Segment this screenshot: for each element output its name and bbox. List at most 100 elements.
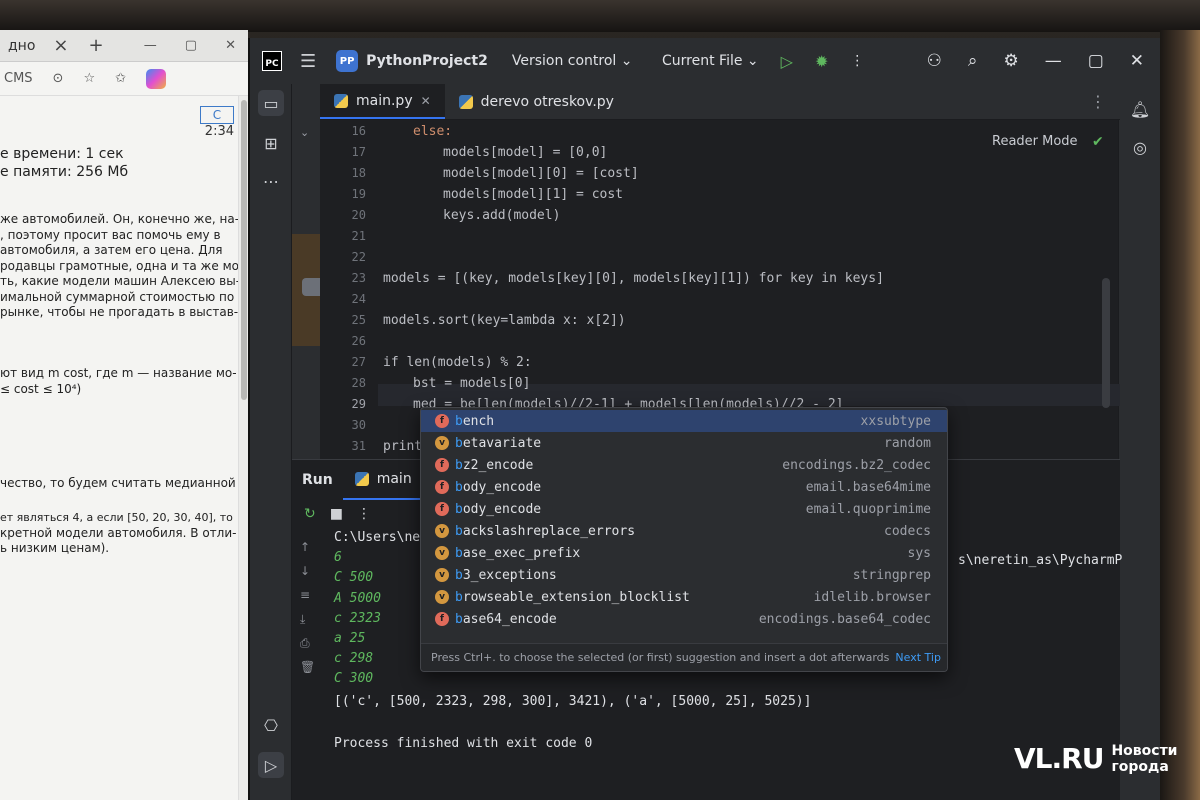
console-output-line: c 2323 [334,611,381,626]
chevron-down-icon[interactable]: ⌄ [300,126,309,139]
arrow-down-icon[interactable]: ↓ [300,564,310,578]
tab-main-py[interactable]: main.py ✕ [320,84,445,119]
problem-text-line: ют вид m cost, где m — название мо- [0,366,237,380]
completion-name: base64_encode [455,611,557,627]
project-badge[interactable]: PP [336,50,359,72]
close-window-icon[interactable]: ✕ [1130,51,1144,71]
line-number: 21 [351,229,366,243]
browser-scrollbar[interactable] [238,96,248,800]
more-tools-icon[interactable]: ⋯ [258,168,284,194]
variable-kind-icon: v [435,546,449,560]
completion-item[interactable]: v betavariate random [421,432,947,454]
completion-item[interactable]: v base_exec_prefix sys [421,542,947,564]
tab-label: derevo otreskov.py [480,93,614,110]
add-user-icon[interactable]: ⚇ [927,51,942,71]
main-menu-icon[interactable]: ☰ [300,51,316,72]
more-actions-icon[interactable]: ⋮ [357,506,371,522]
completion-hint: Press Ctrl+. to choose the selected (or … [431,651,890,664]
code-line: bst = models[0] [413,376,531,391]
completion-item[interactable]: f body_encode email.quoprimime [421,498,947,520]
next-tip-link[interactable]: Next Tip [895,651,941,664]
python-file-icon [334,93,348,108]
run-icon[interactable]: ▷ [781,52,793,71]
editor-scrollbar[interactable] [1102,278,1110,408]
soft-wrap-icon[interactable]: ≡ [300,588,310,602]
maximize-icon[interactable]: ▢ [185,38,197,53]
panel-handle[interactable] [302,278,320,296]
reader-mode-toggle[interactable]: Reader Mode [992,134,1078,149]
code-line: models[model][0] = [cost] [443,166,639,181]
project-panel-collapsed: ⌄ › [292,84,320,459]
completion-item[interactable]: v backslashreplace_errors codecs [421,520,947,542]
arrow-up-icon[interactable]: ↑ [300,540,310,554]
maximize-icon[interactable]: ▢ [1088,51,1104,71]
problem-text-line: чество, то будем считать медианной [0,476,236,490]
chevron-down-icon: ⌄ [620,53,633,69]
address-bar[interactable]: CMS ⊙ ☆ ✩ [0,62,248,96]
completion-name: bz2_encode [455,457,534,473]
run-tab-label: main [376,471,412,487]
version-control-menu[interactable]: Version control ⌄ [512,53,633,69]
editor-tabs: main.py ✕ derevo otreskov.py ⋮ [320,84,1120,120]
more-actions-icon[interactable]: ⋮ [850,53,864,69]
function-kind-icon: f [435,612,449,626]
notifications-bell-icon[interactable]: 🔔︎ [1129,98,1151,120]
python-console-icon[interactable]: ⎔ [258,712,284,738]
favorite-star-icon[interactable]: ☆ [83,71,95,86]
tab-derevo-otreskov[interactable]: derevo otreskov.py [445,84,628,119]
print-icon[interactable]: ⎙ [300,636,310,651]
stop-icon[interactable]: ■ [330,506,343,522]
scroll-to-end-icon[interactable]: ⤓ [300,612,305,627]
close-window-icon[interactable]: ✕ [225,38,236,53]
trash-icon[interactable]: 🗑︎ [300,660,315,674]
completion-module: encodings.bz2_codec [782,457,931,473]
reader-icon[interactable]: ⊙ [53,71,64,86]
completion-item[interactable]: f bz2_encode encodings.bz2_codec [421,454,947,476]
problem-text-line: ет являться 4, а если [50, 20, 30, 40], … [0,511,233,524]
line-number: 29 [351,397,366,411]
code-line: models[model][1] = cost [443,187,624,202]
address-text[interactable]: CMS [4,71,33,86]
minimize-icon[interactable]: — [144,38,157,53]
completion-item[interactable]: v browseable_extension_blocklist idlelib… [421,586,947,608]
run-config-selector[interactable]: Current File ⌄ [662,53,759,69]
problem-text-line: е времени: 1 сек [0,146,124,162]
minimize-icon[interactable]: — [1045,51,1062,71]
completion-name: betavariate [455,435,542,451]
project-folder-icon[interactable]: ▭ [258,90,284,116]
completion-module: idlelib.browser [813,589,931,605]
new-tab-icon[interactable]: + [89,35,104,56]
completion-item[interactable]: f bench xxsubtype [421,410,947,432]
inspection-ok-icon[interactable]: ✔ [1092,134,1104,150]
monitor-bezel-right [1160,30,1200,800]
ai-assistant-icon[interactable]: ◎ [1129,136,1151,158]
settings-gear-icon[interactable]: ⚙ [1003,51,1018,71]
completion-item[interactable]: f base64_encode encodings.base64_codec [421,608,947,630]
copilot-icon[interactable] [146,68,167,89]
problem-text-line: ≤ cost ≤ 10⁴) [0,382,82,396]
structure-icon[interactable]: ⊞ [258,130,284,156]
browser-window: дно × + — ▢ ✕ CMS ⊙ ☆ ✩ C 2:34 е времени… [0,30,248,800]
favorites-list-icon[interactable]: ✩ [115,71,126,86]
compiler-badge[interactable]: C [200,106,234,124]
chevron-down-icon: ⌄ [746,53,759,69]
debug-icon[interactable]: ✹ [815,52,828,71]
variable-kind-icon: v [435,524,449,538]
rerun-icon[interactable]: ↻ [304,506,316,522]
browser-tab-bar: дно × + — ▢ ✕ [0,30,248,62]
completion-item[interactable]: f body_encode email.base64mime [421,476,947,498]
close-tab-icon[interactable]: ✕ [421,94,431,108]
browser-tab[interactable]: дно [0,38,43,54]
search-icon[interactable]: ⌕ [968,51,978,71]
console-output-line: C 300 [334,671,374,686]
scrollbar-thumb[interactable] [241,100,247,400]
run-tool-icon[interactable]: ▷ [258,752,284,778]
completion-item[interactable]: v b3_exceptions stringprep [421,564,947,586]
close-tab-icon[interactable]: × [53,35,68,56]
line-number: 24 [351,292,366,306]
tab-options-icon[interactable]: ⋮ [1090,84,1120,119]
project-name[interactable]: PythonProject2 [366,53,488,69]
problem-text-line: , поэтому просит вас помочь ему в [0,228,221,242]
python-file-icon [354,472,369,486]
console-output-line: c 298 [334,651,374,666]
